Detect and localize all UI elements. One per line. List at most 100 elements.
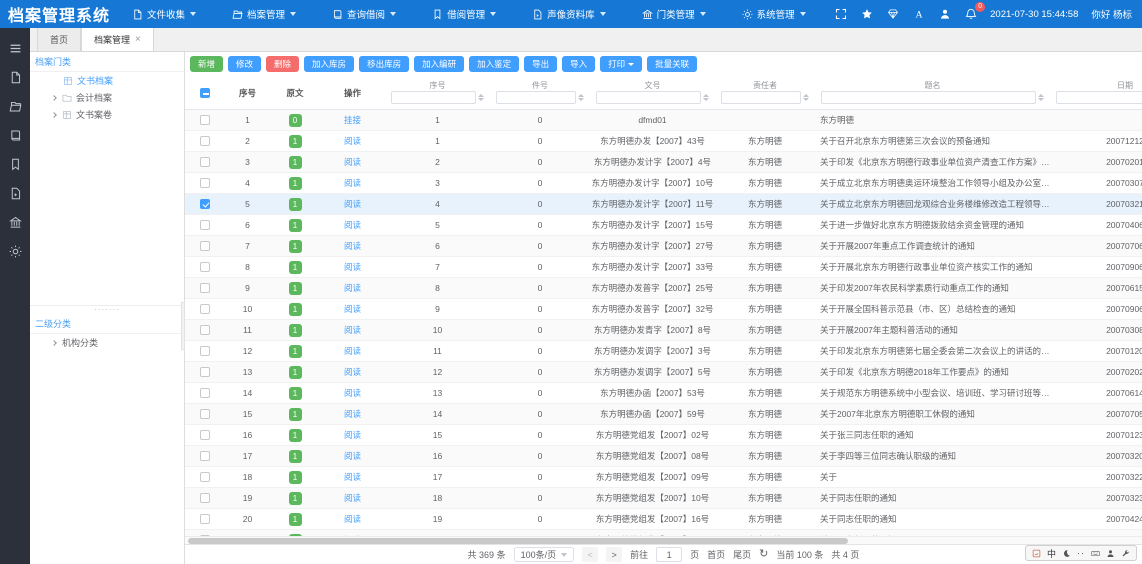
sort-asc-icon[interactable]: [478, 94, 484, 97]
original-count-badge[interactable]: 0: [289, 114, 302, 127]
table-row[interactable]: 101阅读90东方明德办发普字【2007】32号东方明德关于开展全国科普示范县（…: [185, 299, 1142, 320]
original-count-badge[interactable]: 1: [289, 471, 302, 484]
action-link-阅读[interactable]: 阅读: [344, 177, 361, 189]
row-checkbox[interactable]: [200, 283, 210, 293]
filter-input-wh[interactable]: [596, 91, 701, 104]
nav-system-manage[interactable]: 系统管理: [742, 7, 806, 21]
row-checkbox[interactable]: [200, 514, 210, 524]
toolbar-button-新增[interactable]: 新增: [190, 56, 223, 72]
row-checkbox[interactable]: [200, 409, 210, 419]
action-link-阅读[interactable]: 阅读: [344, 198, 361, 210]
table-row[interactable]: 191阅读180东方明德党组发【2007】10号东方明德关于同志任职的通知200…: [185, 488, 1142, 509]
tab-首页[interactable]: 首页: [37, 28, 81, 51]
sidebar-category-manage[interactable]: [9, 216, 22, 229]
gem-icon[interactable]: [887, 8, 899, 20]
toolbar-button-导出[interactable]: 导出: [524, 56, 557, 72]
wrench-icon[interactable]: [1121, 549, 1130, 558]
original-count-badge[interactable]: 1: [289, 177, 302, 190]
sidebar-archive-manage[interactable]: [9, 100, 22, 113]
original-count-badge[interactable]: 1: [289, 156, 302, 169]
user-greeting[interactable]: 你好 杨标: [1091, 7, 1132, 21]
panel-collapse-handle[interactable]: [181, 302, 185, 350]
close-icon[interactable]: ×: [135, 35, 141, 45]
scrollbar-thumb[interactable]: [188, 538, 848, 544]
table-row[interactable]: 41阅读30东方明德办发计字【2007】10号东方明德关于成立北京东方明德奥运环…: [185, 173, 1142, 194]
filter-input-zrz[interactable]: [721, 91, 801, 104]
row-checkbox[interactable]: [200, 157, 210, 167]
chevron-right-icon[interactable]: [51, 340, 57, 346]
table-row[interactable]: 171阅读160东方明德党组发【2007】08号东方明德关于李四等三位同志确认职…: [185, 446, 1142, 467]
select-all-checkbox[interactable]: [200, 88, 210, 98]
sort-desc-icon[interactable]: [1038, 98, 1044, 101]
sidebar-av-library[interactable]: [9, 187, 22, 200]
original-count-badge[interactable]: 1: [289, 240, 302, 253]
first-page-link[interactable]: 首页: [707, 548, 725, 561]
tree-item-机构分类[interactable]: 机构分类: [30, 334, 184, 351]
original-count-badge[interactable]: 1: [289, 513, 302, 526]
sidebar-file-collect[interactable]: [9, 71, 22, 84]
fullscreen-icon[interactable]: [835, 8, 847, 20]
sort-arrows[interactable]: [1038, 94, 1044, 101]
original-count-badge[interactable]: 1: [289, 450, 302, 463]
ime-language-toggle[interactable]: 中: [1047, 547, 1056, 560]
table-row[interactable]: 81阅读70东方明德办发计字【2007】33号东方明德关于开展北京东方明德行政事…: [185, 257, 1142, 278]
sort-asc-icon[interactable]: [803, 94, 809, 97]
original-count-badge[interactable]: 1: [289, 219, 302, 232]
row-checkbox[interactable]: [200, 262, 210, 272]
page-size-select[interactable]: 100条/页: [514, 547, 575, 562]
action-link-阅读[interactable]: 阅读: [344, 324, 361, 336]
chevron-right-icon[interactable]: [51, 112, 57, 118]
row-checkbox[interactable]: [200, 136, 210, 146]
table-row[interactable]: 201阅读190东方明德党组发【2007】16号东方明德关于同志任职的通知200…: [185, 509, 1142, 530]
sidebar-system-manage[interactable]: [9, 245, 22, 258]
nav-query-borrow[interactable]: 查询借阅: [332, 7, 396, 21]
filter-input-jh[interactable]: [496, 91, 576, 104]
original-count-badge[interactable]: 1: [289, 303, 302, 316]
toolbar-button-打印[interactable]: 打印: [600, 56, 642, 72]
original-count-badge[interactable]: 1: [289, 408, 302, 421]
ime-user-icon[interactable]: [1106, 549, 1115, 558]
original-count-badge[interactable]: 1: [289, 324, 302, 337]
nav-borrow-manage[interactable]: 借阅管理: [432, 7, 496, 21]
original-count-badge[interactable]: 1: [289, 387, 302, 400]
toolbar-button-加入库房[interactable]: 加入库房: [304, 56, 354, 72]
action-link-阅读[interactable]: 阅读: [344, 387, 361, 399]
hamburger-icon[interactable]: [9, 42, 22, 55]
action-link-挂接[interactable]: 挂接: [344, 114, 361, 126]
row-checkbox[interactable]: [200, 451, 210, 461]
font-icon[interactable]: A: [913, 8, 925, 20]
nav-file-collect[interactable]: 文件收集: [132, 7, 196, 21]
row-checkbox[interactable]: [200, 178, 210, 188]
toolbar-button-删除[interactable]: 删除: [266, 56, 299, 72]
action-link-阅读[interactable]: 阅读: [344, 156, 361, 168]
row-checkbox[interactable]: [200, 115, 210, 125]
row-checkbox[interactable]: [200, 367, 210, 377]
row-checkbox[interactable]: [200, 388, 210, 398]
action-link-阅读[interactable]: 阅读: [344, 240, 361, 252]
table-row[interactable]: 21阅读10东方明德办发【2007】43号东方明德关于召开北京东方明德第三次会议…: [185, 131, 1142, 152]
sort-asc-icon[interactable]: [703, 94, 709, 97]
table-row[interactable]: 111阅读100东方明德办发青字【2007】8号东方明德关于开展2007年主题科…: [185, 320, 1142, 341]
original-count-badge[interactable]: 1: [289, 345, 302, 358]
action-link-阅读[interactable]: 阅读: [344, 303, 361, 315]
sort-arrows[interactable]: [703, 94, 709, 101]
action-link-阅读[interactable]: 阅读: [344, 219, 361, 231]
sort-desc-icon[interactable]: [803, 98, 809, 101]
nav-archive-manage[interactable]: 档案管理: [232, 7, 296, 21]
horizontal-scrollbar[interactable]: [185, 536, 1142, 544]
toolbar-button-修改[interactable]: 修改: [228, 56, 261, 72]
action-link-阅读[interactable]: 阅读: [344, 135, 361, 147]
sidebar-query-borrow[interactable]: [9, 129, 22, 142]
toolbar-button-移出库房[interactable]: 移出库房: [359, 56, 409, 72]
toolbar-button-批量关联[interactable]: 批量关联: [647, 56, 697, 72]
action-link-阅读[interactable]: 阅读: [344, 471, 361, 483]
action-link-阅读[interactable]: 阅读: [344, 345, 361, 357]
filter-input-tm[interactable]: [821, 91, 1036, 104]
action-link-阅读[interactable]: 阅读: [344, 450, 361, 462]
row-checkbox[interactable]: [200, 430, 210, 440]
sort-arrows[interactable]: [578, 94, 584, 101]
action-link-阅读[interactable]: 阅读: [344, 366, 361, 378]
table-row[interactable]: 131阅读120东方明德办发调字【2007】5号东方明德关于印发《北京东方明德2…: [185, 362, 1142, 383]
action-link-阅读[interactable]: 阅读: [344, 282, 361, 294]
sort-desc-icon[interactable]: [478, 98, 484, 101]
